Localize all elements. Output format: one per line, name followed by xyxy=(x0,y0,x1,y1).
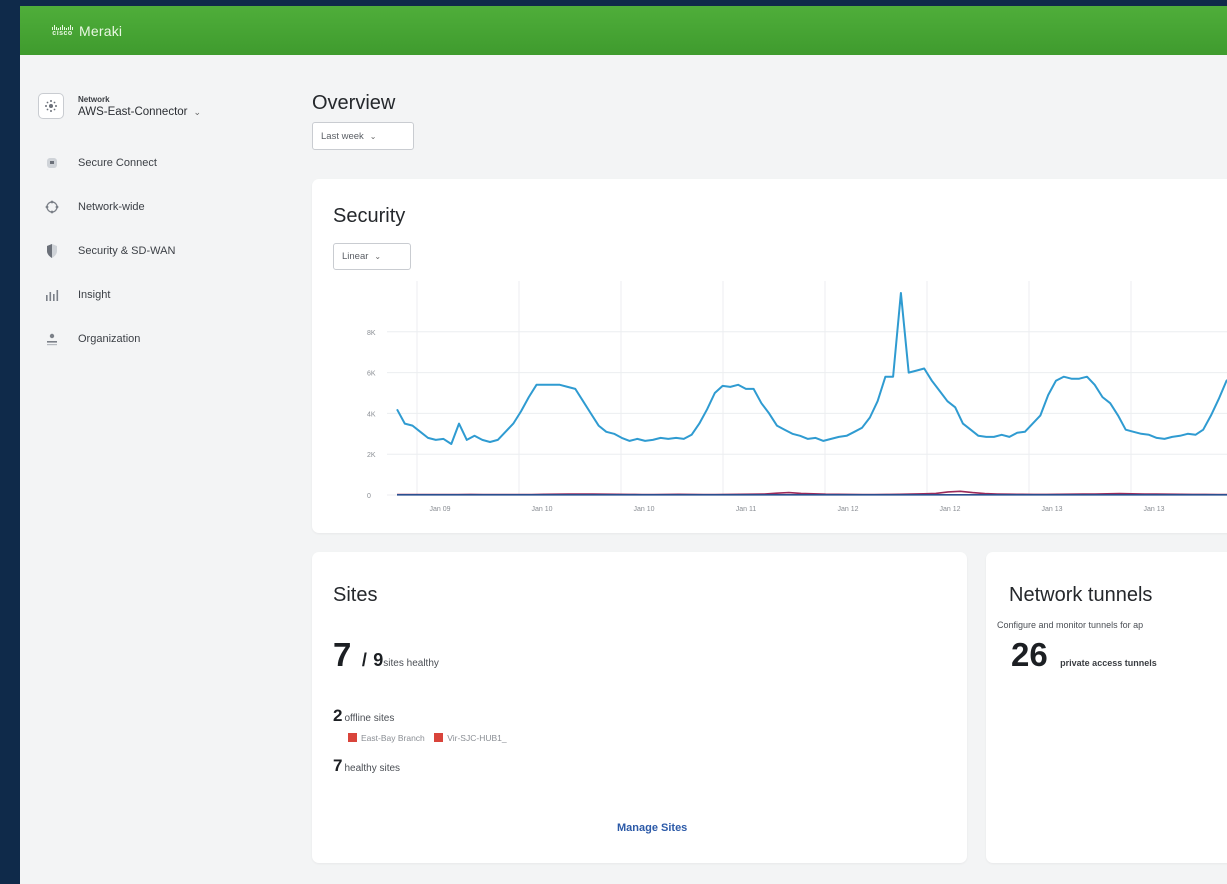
offline-sites-summary: 2 offline sites xyxy=(333,706,394,726)
x-tick-label: Jan 09 xyxy=(429,506,450,513)
healthy-suffix: sites healthy xyxy=(383,658,439,669)
y-tick-label: 2K xyxy=(367,452,376,459)
security-chart: 0 2K 4K 6K 8K Jan 09 Jan 10 Jan 10 Jan 11 Jan 12 J… xyxy=(367,281,1227,513)
security-card: Security Linear ⌄ 0 2K 4K 6K 8K Jan 09 Jan 10 J… xyxy=(312,179,1227,533)
healthy-count: 7 xyxy=(333,636,352,673)
healthy-sites-label: healthy sites xyxy=(344,763,401,774)
sidebar-item-label: Security & SD-WAN xyxy=(78,245,176,257)
tunnels-count-label: private access tunnels xyxy=(1060,658,1157,668)
y-tick-label: 4K xyxy=(367,411,376,418)
cisco-logo-icon: cisco xyxy=(52,24,73,38)
timeframe-value: Last week xyxy=(321,130,364,142)
offline-count: 2 xyxy=(333,706,343,725)
sites-title: Sites xyxy=(333,584,378,606)
sites-health-summary: 7 / 9sites healthy xyxy=(333,636,439,674)
network-name: AWS-East-Connector xyxy=(78,105,188,118)
chevron-down-icon: ⌄ xyxy=(193,106,202,117)
x-tick-label: Jan 10 xyxy=(633,506,654,513)
network-label: Network xyxy=(78,94,110,104)
network-wide-icon xyxy=(42,199,62,215)
sites-card: Sites 7 / 9sites healthy 2 offline sites … xyxy=(312,552,967,863)
product-name: Meraki xyxy=(79,22,123,39)
organization-icon xyxy=(42,331,62,347)
tunnels-summary: 26 private access tunnels xyxy=(1011,636,1157,674)
network-tunnels-card: Network tunnels Configure and monitor tu… xyxy=(986,552,1227,863)
sidebar-item-network-wide[interactable]: Network-wide xyxy=(42,185,175,229)
sidebar-item-label: Organization xyxy=(78,333,141,345)
sidebar-item-label: Secure Connect xyxy=(78,156,157,169)
meraki-logo[interactable]: cisco Meraki xyxy=(52,23,122,39)
sidebar-item-organization[interactable]: Organization xyxy=(42,317,175,361)
healthy-sites-summary: 7 healthy sites xyxy=(333,756,400,776)
cisco-wordmark: cisco xyxy=(52,29,73,37)
top-bar: cisco Meraki xyxy=(20,6,1227,55)
tunnels-title: Network tunnels xyxy=(1009,584,1153,606)
chart-series-line xyxy=(396,292,1227,445)
timeframe-dropdown[interactable]: Last week ⌄ xyxy=(312,122,414,150)
x-tick-label: Jan 13 xyxy=(1143,506,1164,513)
tunnels-count: 26 xyxy=(1011,636,1048,673)
network-selector[interactable]: Network AWS-East-Connector ⌄ xyxy=(38,93,201,119)
offline-site-link[interactable]: Vir-SJC-HUB1_ xyxy=(447,733,506,743)
shield-icon xyxy=(42,243,62,259)
sidebar-item-security-sdwan[interactable]: Security & SD-WAN xyxy=(42,229,175,273)
network-icon xyxy=(38,93,64,119)
healthy-sites-count: 7 xyxy=(333,756,343,775)
x-tick-label: Jan 13 xyxy=(1041,506,1062,513)
sidebar-item-secure-connect[interactable]: Secure Connect xyxy=(42,140,175,185)
sidebar-item-label: Network-wide xyxy=(78,201,145,213)
x-tick-label: Jan 11 xyxy=(736,506,757,513)
x-tick-label: Jan 12 xyxy=(939,506,960,513)
x-tick-label: Jan 12 xyxy=(837,506,858,513)
count-separator: / xyxy=(361,650,367,670)
tunnels-description: Configure and monitor tunnels for ap xyxy=(997,620,1144,630)
manage-sites-link[interactable]: Manage Sites xyxy=(617,822,687,834)
bar-chart-icon xyxy=(42,287,62,303)
offline-label: offline sites xyxy=(344,713,395,724)
secure-connect-icon xyxy=(42,155,62,171)
y-tick-label: 6K xyxy=(367,371,376,378)
offline-site-list: East-Bay Branch Vir-SJC-HUB1_ xyxy=(348,729,512,747)
offline-status-icon xyxy=(434,733,444,743)
total-count: 9 xyxy=(373,650,384,670)
page-title: Overview xyxy=(312,92,396,114)
x-tick-label: Jan 10 xyxy=(531,506,552,513)
offline-site-link[interactable]: East-Bay Branch xyxy=(361,733,425,743)
sidebar-item-label: Insight xyxy=(78,289,111,301)
y-tick-label: 8K xyxy=(367,330,376,337)
chevron-down-icon: ⌄ xyxy=(369,131,377,141)
y-tick-label: 0 xyxy=(367,493,371,500)
sidebar-item-insight[interactable]: Insight xyxy=(42,273,175,317)
sidebar: Network AWS-East-Connector ⌄ Secure Conne… xyxy=(20,55,290,884)
meraki-dashboard: cisco Meraki Network AWS-East-Connector ⌄ xyxy=(20,6,1227,884)
sidebar-nav: Secure Connect Network-wide Security & S… xyxy=(42,156,175,361)
offline-status-icon xyxy=(348,733,357,743)
